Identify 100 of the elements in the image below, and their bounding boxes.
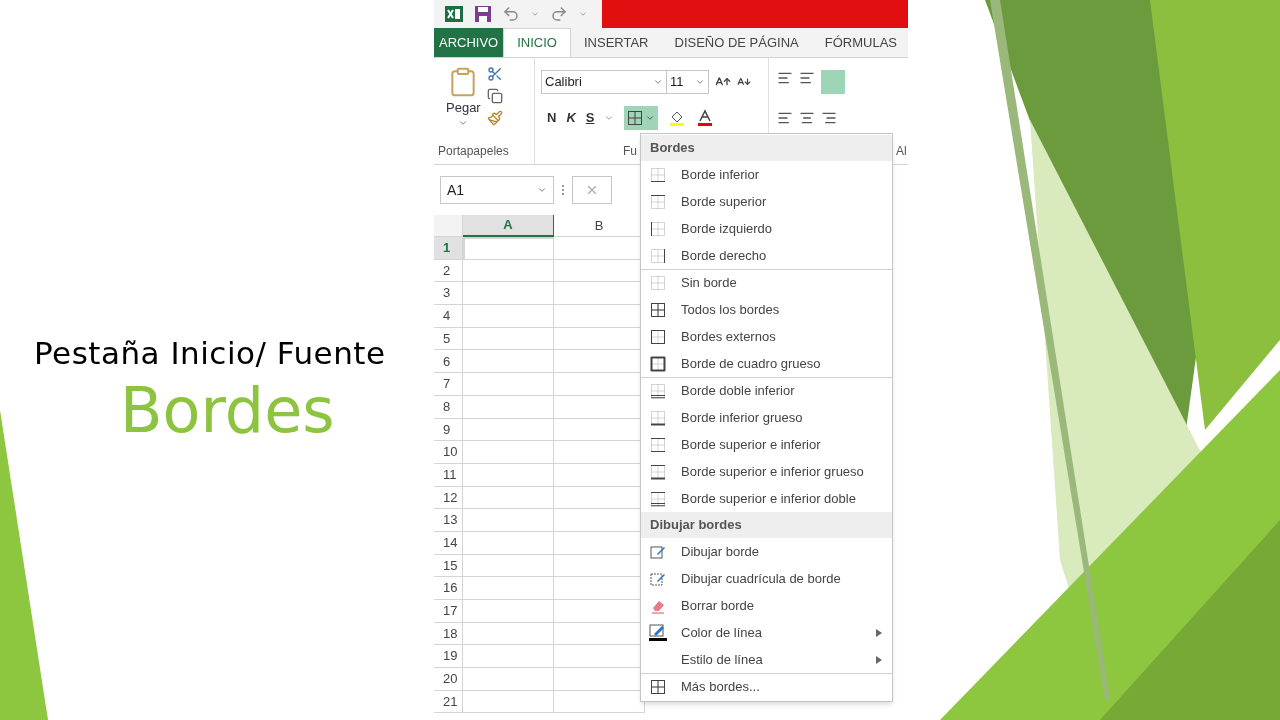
align-top-icon[interactable] bbox=[777, 70, 793, 86]
row-header[interactable]: 15 bbox=[434, 554, 463, 578]
select-all-corner[interactable] bbox=[434, 215, 463, 237]
row-header[interactable]: 13 bbox=[434, 509, 463, 532]
save-icon[interactable] bbox=[474, 5, 492, 23]
table-cell[interactable] bbox=[463, 373, 554, 396]
table-cell[interactable] bbox=[463, 441, 554, 464]
menu-item[interactable]: Borde de cuadro grueso bbox=[641, 350, 892, 377]
menu-item[interactable]: Borde superior e inferior grueso bbox=[641, 458, 892, 485]
row-header[interactable]: 3 bbox=[434, 282, 463, 306]
row-header[interactable]: 9 bbox=[434, 418, 463, 442]
row-header[interactable]: 17 bbox=[434, 600, 463, 623]
border-icon bbox=[650, 194, 666, 210]
menu-item[interactable]: Todos los bordes bbox=[641, 296, 892, 323]
ribbon-tab[interactable]: DISEÑO DE PÁGINA bbox=[661, 28, 812, 57]
table-cell[interactable] bbox=[463, 463, 554, 487]
row-header[interactable]: 21 bbox=[434, 690, 463, 714]
align-right-icon[interactable] bbox=[821, 110, 837, 126]
menu-item[interactable]: Más bordes... bbox=[641, 673, 892, 700]
table-cell[interactable] bbox=[463, 282, 554, 306]
format-button[interactable]: S bbox=[585, 108, 595, 128]
menu-item[interactable]: Borde inferior grueso bbox=[641, 404, 892, 431]
row-header[interactable]: 2 bbox=[434, 259, 463, 283]
paste-button[interactable]: Pegar bbox=[446, 66, 481, 128]
table-cell[interactable] bbox=[463, 531, 554, 555]
table-cell[interactable] bbox=[463, 622, 554, 646]
row-header[interactable]: 20 bbox=[434, 668, 463, 691]
table-cell[interactable] bbox=[463, 600, 554, 623]
table-cell[interactable] bbox=[463, 554, 554, 578]
font-size-field[interactable]: 11 bbox=[667, 70, 709, 94]
caret-icon[interactable] bbox=[604, 113, 615, 123]
cut-icon[interactable] bbox=[486, 66, 503, 82]
table-cell[interactable] bbox=[463, 327, 554, 351]
border-icon bbox=[650, 221, 666, 237]
menu-item[interactable]: Dibujar borde bbox=[641, 538, 892, 565]
row-header[interactable]: 18 bbox=[434, 622, 463, 646]
caret-icon bbox=[537, 185, 547, 195]
table-cell[interactable] bbox=[463, 418, 554, 442]
table-cell[interactable] bbox=[463, 395, 554, 419]
table-cell[interactable] bbox=[463, 577, 554, 600]
table-cell[interactable] bbox=[463, 668, 554, 691]
row-header[interactable]: 19 bbox=[434, 645, 463, 669]
menu-item[interactable]: Sin borde bbox=[641, 269, 892, 296]
menu-item[interactable]: Borde superior e inferior doble bbox=[641, 485, 892, 512]
fill-color-icon[interactable] bbox=[668, 109, 687, 127]
align-center-icon[interactable] bbox=[799, 110, 815, 126]
font-color-icon[interactable] bbox=[696, 109, 715, 127]
menu-item[interactable]: Borde doble inferior bbox=[641, 377, 892, 404]
row-header[interactable]: 16 bbox=[434, 577, 463, 600]
table-cell[interactable] bbox=[463, 237, 554, 260]
menu-item[interactable]: Borde inferior bbox=[641, 161, 892, 188]
row-header[interactable]: 14 bbox=[434, 531, 463, 555]
menu-item[interactable]: Color de línea bbox=[641, 619, 892, 646]
row-header[interactable]: 6 bbox=[434, 350, 463, 374]
row-header[interactable]: 10 bbox=[434, 441, 463, 464]
menu-item[interactable]: Borrar borde bbox=[641, 592, 892, 619]
menu-item[interactable]: Borde superior bbox=[641, 188, 892, 215]
row-header[interactable]: 4 bbox=[434, 305, 463, 328]
borders-button[interactable] bbox=[624, 106, 659, 130]
format-button[interactable]: N bbox=[547, 108, 557, 128]
border-icon bbox=[650, 167, 666, 183]
align-left-icon[interactable] bbox=[777, 110, 793, 126]
table-cell[interactable] bbox=[463, 690, 554, 714]
group-label: Portapapeles bbox=[437, 143, 510, 160]
redo-icon[interactable] bbox=[550, 5, 568, 23]
format-painter-icon[interactable] bbox=[486, 110, 503, 126]
font-name-field[interactable]: Calibri bbox=[541, 70, 667, 94]
menu-item[interactable]: Estilo de línea bbox=[641, 646, 892, 673]
row-header[interactable]: 5 bbox=[434, 327, 463, 351]
row-header[interactable]: 7 bbox=[434, 373, 463, 396]
ribbon-tab[interactable]: INSERTAR bbox=[570, 28, 662, 57]
border-icon bbox=[650, 356, 666, 372]
menu-item[interactable]: Bordes externos bbox=[641, 323, 892, 350]
caret-icon[interactable] bbox=[530, 9, 540, 19]
menu-item[interactable]: Borde superior e inferior bbox=[641, 431, 892, 458]
cancel-button[interactable] bbox=[572, 176, 612, 204]
align-middle-icon[interactable] bbox=[799, 70, 815, 86]
row-header[interactable]: 11 bbox=[434, 463, 463, 487]
undo-icon[interactable] bbox=[502, 5, 520, 23]
table-cell[interactable] bbox=[463, 350, 554, 374]
table-cell[interactable] bbox=[463, 509, 554, 532]
menu-item[interactable]: Dibujar cuadrícula de borde bbox=[641, 565, 892, 592]
file-tab[interactable]: ARCHIVO bbox=[434, 28, 504, 57]
align-bottom-button[interactable] bbox=[821, 70, 845, 94]
name-box[interactable]: A1 bbox=[440, 176, 554, 204]
copy-icon[interactable] bbox=[486, 88, 503, 104]
format-button[interactable]: K bbox=[566, 108, 576, 128]
ribbon-tab[interactable]: FÓRMULAS bbox=[811, 28, 908, 57]
column-header[interactable]: A bbox=[463, 215, 554, 237]
row-header[interactable]: 8 bbox=[434, 395, 463, 419]
table-cell[interactable] bbox=[463, 305, 554, 328]
row-header[interactable]: 1 bbox=[434, 237, 463, 260]
table-cell[interactable] bbox=[463, 259, 554, 283]
row-header[interactable]: 12 bbox=[434, 486, 463, 510]
caret-icon[interactable] bbox=[578, 9, 588, 19]
table-cell[interactable] bbox=[463, 645, 554, 669]
table-cell[interactable] bbox=[463, 486, 554, 510]
ribbon-tab[interactable]: INICIO bbox=[503, 28, 571, 57]
menu-item[interactable]: Borde derecho bbox=[641, 242, 892, 269]
border-icon bbox=[627, 110, 644, 126]
